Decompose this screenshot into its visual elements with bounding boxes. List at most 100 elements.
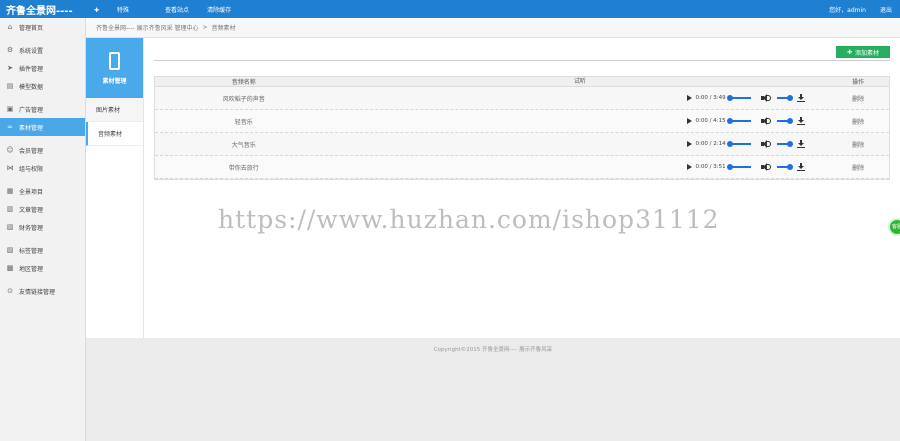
footer-copyright: Copyright©2015 齐鲁全景网---- 展示齐鲁风采 <box>433 347 553 353</box>
delete-link[interactable]: 删除 <box>827 117 889 126</box>
delete-link[interactable]: 删除 <box>827 163 889 172</box>
subnav-title: 素材管理 <box>102 77 127 85</box>
audio-time: 0:00 / 3:51 <box>695 164 726 170</box>
sidebar-item-members[interactable]: ☺ 会员管理 <box>0 141 85 159</box>
sidebar-item-settings[interactable]: ⚙ 系统设置 <box>0 41 85 59</box>
audio-name: 轻音乐 <box>234 118 253 126</box>
download-icon[interactable] <box>796 140 805 148</box>
audio-time: 0:00 / 4:15 <box>695 118 726 124</box>
audio-player: 0:00 / 2:14 <box>333 133 828 155</box>
volume-icon[interactable] <box>760 94 771 102</box>
volume-slider[interactable] <box>776 94 793 101</box>
grid-icon: ▦ <box>6 187 14 195</box>
audio-time: 0:00 / 2:14 <box>695 141 726 147</box>
map-icon: ▩ <box>6 264 14 272</box>
welcome-text: 您好，admin <box>829 6 866 14</box>
play-icon[interactable] <box>686 118 692 124</box>
phone-icon <box>109 51 120 70</box>
sidebar: ⌂ 管理首页 ⚙ 系统设置 ➤ 插件管理 ▤ 模型数据 ▣ 广告管理 ∞ 素材管理 ☺ 会员管… <box>0 18 86 441</box>
link-icon: ∞ <box>7 123 13 131</box>
top-nav-view-site[interactable]: 查看站点 <box>165 5 189 14</box>
download-icon[interactable] <box>796 94 805 102</box>
tag-icon: ▨ <box>6 246 14 254</box>
seek-slider[interactable] <box>726 163 751 170</box>
subnav-header: 素材管理 <box>86 38 143 98</box>
sidebar-item-materials[interactable]: ∞ 素材管理 <box>0 118 85 136</box>
top-nav-clear-cache[interactable]: 清除缓存 <box>207 5 231 14</box>
audio-name: 带你去旅行 <box>228 164 259 172</box>
play-icon[interactable] <box>686 164 692 170</box>
volume-slider[interactable] <box>776 163 793 170</box>
play-icon[interactable] <box>686 95 692 101</box>
breadcrumb: 齐鲁全景网---- 展示齐鲁风采 管理中心 > 音频素材 <box>86 18 900 38</box>
subnav-item-audio[interactable]: 音频素材 <box>86 122 143 146</box>
audio-table: 音频名称 试听 操作 风吹稻子的声音 0:00 / 3:49 删除 轻音乐 0:… <box>154 76 890 180</box>
breadcrumb-separator: > <box>202 24 208 31</box>
subnav-item-images[interactable]: 图片素材 <box>86 98 143 122</box>
sidebar-item-groups[interactable]: ⋈ 组与权限 <box>0 159 85 177</box>
breadcrumb-home[interactable]: 齐鲁全景网---- 展示齐鲁风采 管理中心 <box>96 23 198 32</box>
plus-icon: ✚ <box>94 6 100 14</box>
user-icon: ☺ <box>6 146 14 154</box>
column-header-name: 音频名称 <box>231 79 256 86</box>
doc-icon: ▥ <box>6 205 14 213</box>
image-icon: ▣ <box>6 105 14 113</box>
sidebar-item-ads[interactable]: ▣ 广告管理 <box>0 100 85 118</box>
volume-icon[interactable] <box>760 163 771 171</box>
top-nav-special[interactable]: ✚ 特殊 <box>94 5 147 14</box>
volume-slider[interactable] <box>776 117 793 124</box>
sub-navigation: 素材管理 图片素材 音频素材 <box>86 38 144 338</box>
table-header: 音频名称 试听 操作 <box>155 77 889 87</box>
column-header-action: 操作 <box>852 79 865 86</box>
add-material-button[interactable]: ✚ 添加素材 <box>836 46 890 58</box>
sidebar-item-tags[interactable]: ▨ 标签管理 <box>0 241 85 259</box>
seek-slider[interactable] <box>726 117 751 124</box>
audio-name: 风吹稻子的声音 <box>222 95 265 103</box>
audio-player: 0:00 / 3:51 <box>333 156 828 178</box>
book-icon: ▤ <box>6 82 14 90</box>
send-icon: ➤ <box>7 64 13 72</box>
table-row: 轻音乐 0:00 / 4:15 删除 <box>155 110 889 133</box>
volume-icon[interactable] <box>760 117 771 125</box>
gear-icon: ⚙ <box>6 46 14 54</box>
home-icon: ⌂ <box>7 23 13 31</box>
delete-link[interactable]: 删除 <box>827 140 889 149</box>
plus-icon: ✚ <box>846 48 852 56</box>
download-icon[interactable] <box>796 117 805 125</box>
top-nav: ✚ 特殊 查看站点 清除缓存 <box>94 5 249 14</box>
top-bar: 齐鲁全景网---- ✚ 特殊 查看站点 清除缓存 您好，admin 退出 <box>0 0 900 18</box>
sidebar-item-finance[interactable]: ▧ 财务管理 <box>0 218 85 236</box>
customer-service-button[interactable]: 客服 <box>888 218 900 236</box>
audio-player: 0:00 / 4:15 <box>333 110 828 132</box>
play-icon[interactable] <box>686 141 692 147</box>
audio-player: 0:00 / 3:49 <box>333 87 828 109</box>
column-header-listen: 试听 <box>573 78 586 85</box>
audio-name: 大气音乐 <box>231 141 256 149</box>
download-icon[interactable] <box>796 163 805 171</box>
delete-link[interactable]: 删除 <box>827 94 889 103</box>
wallet-icon: ▧ <box>6 223 14 231</box>
sidebar-item-plugins[interactable]: ➤ 插件管理 <box>0 59 85 77</box>
volume-slider[interactable] <box>776 140 793 147</box>
chain-icon: ⊙ <box>7 287 13 295</box>
sidebar-item-articles[interactable]: ▥ 文章管理 <box>0 200 85 218</box>
volume-icon[interactable] <box>760 140 771 148</box>
watermark-text: https://www.huzhan.com/ishop31112 <box>218 205 720 234</box>
audio-time: 0:00 / 3:49 <box>695 95 726 101</box>
sidebar-item-home[interactable]: ⌂ 管理首页 <box>0 18 85 36</box>
sidebar-item-links[interactable]: ⊙ 友情链接管理 <box>0 282 85 300</box>
seek-slider[interactable] <box>726 140 751 147</box>
seek-slider[interactable] <box>726 94 751 101</box>
brand-title[interactable]: 齐鲁全景网---- <box>0 2 86 17</box>
table-row: 带你去旅行 0:00 / 3:51 删除 <box>155 156 889 179</box>
logout-link[interactable]: 退出 <box>880 5 892 14</box>
table-row: 大气音乐 0:00 / 2:14 删除 <box>155 133 889 156</box>
main-content: ✚添加素材 音频名称 试听 操作 风吹稻子的声音 0:00 / 3:49 删除 <box>144 38 900 338</box>
share-icon: ⋈ <box>6 164 14 172</box>
sidebar-item-model[interactable]: ▤ 模型数据 <box>0 77 85 95</box>
sidebar-item-projects[interactable]: ▦ 全景项目 <box>0 182 85 200</box>
breadcrumb-current: 音频素材 <box>211 25 236 32</box>
divider <box>154 60 890 61</box>
table-row: 风吹稻子的声音 0:00 / 3:49 删除 <box>155 87 889 110</box>
sidebar-item-regions[interactable]: ▩ 地区管理 <box>0 259 85 277</box>
